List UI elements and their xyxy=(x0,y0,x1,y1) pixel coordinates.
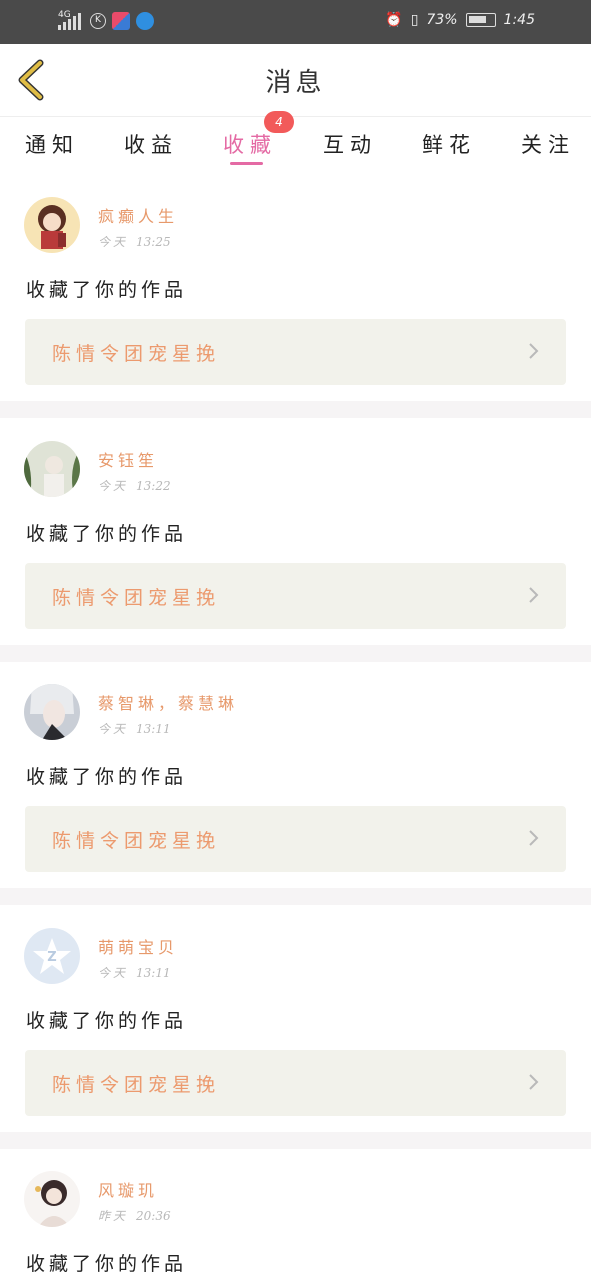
avatar[interactable] xyxy=(24,197,80,253)
work-title: 陈情令团宠星挽 xyxy=(52,343,221,365)
tab-earnings[interactable]: 收益 xyxy=(124,129,178,159)
battery-percent: 73% xyxy=(426,12,458,28)
favorites-count-badge: 4 xyxy=(264,111,294,133)
time-label: 13:22 xyxy=(136,479,171,493)
action-text: 收藏了你的作品 xyxy=(26,766,188,788)
svg-text:Z: Z xyxy=(47,950,56,965)
timestamp: 今天 13:22 xyxy=(98,477,171,494)
action-text: 收藏了你的作品 xyxy=(26,523,188,545)
header: 消息 xyxy=(0,44,591,117)
time-label: 20:36 xyxy=(136,1209,171,1223)
action-text: 收藏了你的作品 xyxy=(26,1253,188,1275)
date-label: 今天 xyxy=(98,479,129,493)
tab-favorites[interactable]: 收藏 xyxy=(223,129,277,159)
chevron-right-icon xyxy=(529,343,539,359)
message-card: 疯癫人生 今天 13:25 收藏了你的作品 陈情令团宠星挽 xyxy=(0,175,591,401)
status-bar: 4G K ⏰ ▯ 73% 1:45 xyxy=(0,0,591,44)
status-left: 4G K xyxy=(58,10,154,30)
default-avatar-icon: Z xyxy=(24,928,80,984)
status-right: ⏰ ▯ 73% 1:45 xyxy=(385,12,535,28)
network-type: 4G xyxy=(58,10,71,20)
avatar[interactable] xyxy=(24,1171,80,1227)
work-link[interactable]: 陈情令团宠星挽 xyxy=(25,1050,566,1116)
work-title: 陈情令团宠星挽 xyxy=(52,587,221,609)
date-label: 今天 xyxy=(98,722,129,736)
username[interactable]: 蔡智琳，蔡慧琳 xyxy=(98,690,238,714)
avatar-image xyxy=(24,197,80,253)
clock: 1:45 xyxy=(503,12,535,28)
video-app-icon xyxy=(112,12,130,30)
tab-flowers[interactable]: 鲜花 xyxy=(422,129,476,159)
vibrate-icon: ▯ xyxy=(410,12,419,28)
username[interactable]: 萌萌宝贝 xyxy=(98,934,178,958)
chevron-right-icon xyxy=(529,830,539,846)
tab-notifications[interactable]: 通知 xyxy=(25,129,79,159)
page-title: 消息 xyxy=(265,68,326,98)
username[interactable]: 风璇玑 xyxy=(98,1177,158,1201)
action-text: 收藏了你的作品 xyxy=(26,279,188,301)
k-app-icon: K xyxy=(90,13,106,29)
work-title: 陈情令团宠星挽 xyxy=(52,1074,221,1096)
message-card: 安钰笙 今天 13:22 收藏了你的作品 陈情令团宠星挽 xyxy=(0,419,591,645)
tab-interactions[interactable]: 互动 xyxy=(323,129,377,159)
time-label: 13:25 xyxy=(136,235,171,249)
username[interactable]: 疯癫人生 xyxy=(98,203,178,227)
message-card: 风璇玑 昨天 20:36 收藏了你的作品 xyxy=(0,1149,591,1280)
active-tab-indicator xyxy=(230,162,263,165)
alarm-icon: ⏰ xyxy=(385,12,403,28)
avatar-image xyxy=(24,441,80,497)
work-link[interactable]: 陈情令团宠星挽 xyxy=(25,563,566,629)
divider xyxy=(0,645,591,662)
date-label: 今天 xyxy=(98,235,129,249)
date-label: 昨天 xyxy=(98,1209,129,1223)
divider xyxy=(0,401,591,418)
time-label: 13:11 xyxy=(136,722,171,736)
work-link[interactable]: 陈情令团宠星挽 xyxy=(25,806,566,872)
avatar[interactable] xyxy=(24,441,80,497)
avatar[interactable]: Z xyxy=(24,928,80,984)
username[interactable]: 安钰笙 xyxy=(98,447,158,471)
battery-icon xyxy=(465,13,496,27)
timestamp: 昨天 20:36 xyxy=(98,1207,171,1224)
work-link[interactable]: 陈情令团宠星挽 xyxy=(25,319,566,385)
divider xyxy=(0,888,591,905)
work-title: 陈情令团宠星挽 xyxy=(52,830,221,852)
chevron-right-icon xyxy=(529,1074,539,1090)
action-text: 收藏了你的作品 xyxy=(26,1010,188,1032)
chevron-right-icon xyxy=(529,587,539,603)
avatar[interactable] xyxy=(24,684,80,740)
avatar-image xyxy=(24,684,80,740)
message-card: 蔡智琳，蔡慧琳 今天 13:11 收藏了你的作品 陈情令团宠星挽 xyxy=(0,662,591,888)
timestamp: 今天 13:11 xyxy=(98,964,171,981)
divider xyxy=(0,1132,591,1149)
time-label: 13:11 xyxy=(136,966,171,980)
timestamp: 今天 13:25 xyxy=(98,233,171,250)
tab-following[interactable]: 关注 xyxy=(521,129,575,159)
date-label: 今天 xyxy=(98,966,129,980)
message-card: Z 萌萌宝贝 今天 13:11 收藏了你的作品 陈情令团宠星挽 xyxy=(0,906,591,1132)
timestamp: 今天 13:11 xyxy=(98,720,171,737)
tab-bar: 通知 收益 收藏 互动 鲜花 关注 xyxy=(0,117,591,173)
avatar-image xyxy=(24,1171,80,1227)
browser-app-icon xyxy=(136,12,154,30)
